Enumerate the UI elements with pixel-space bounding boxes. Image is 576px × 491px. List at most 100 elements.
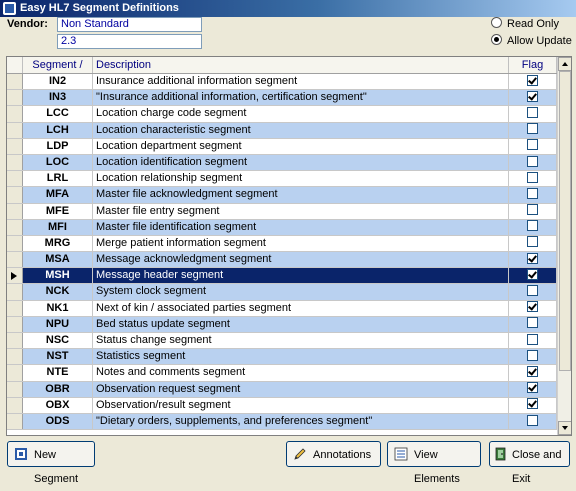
flag-cell[interactable] bbox=[509, 90, 557, 106]
flag-checkbox[interactable] bbox=[527, 301, 538, 313]
flag-checkbox[interactable] bbox=[527, 398, 538, 410]
segment-cell[interactable]: NSC bbox=[23, 333, 93, 349]
table-row[interactable]: MFA Master file acknowledgment segment bbox=[7, 187, 557, 204]
table-row[interactable]: IN3 "Insurance additional information, ce… bbox=[7, 90, 557, 107]
row-indicator[interactable] bbox=[7, 106, 23, 122]
description-cell[interactable]: "Dietary orders, supplements, and prefer… bbox=[93, 413, 509, 430]
table-row[interactable]: MSH Message header segment bbox=[7, 268, 557, 285]
segment-cell[interactable]: MSA bbox=[23, 252, 93, 268]
flag-checkbox[interactable] bbox=[527, 268, 538, 280]
segment-cell[interactable]: OBX bbox=[23, 397, 93, 413]
segment-cell[interactable]: OBR bbox=[23, 381, 93, 397]
segment-cell[interactable]: NCK bbox=[23, 284, 93, 300]
vertical-scrollbar[interactable] bbox=[557, 57, 571, 435]
description-cell[interactable]: Observation request segment bbox=[93, 381, 509, 397]
flag-cell[interactable] bbox=[509, 154, 557, 171]
flag-checkbox[interactable] bbox=[527, 285, 538, 297]
table-row[interactable]: LCH Location characteristic segment bbox=[7, 122, 557, 139]
table-row[interactable]: LCC Location charge code segment bbox=[7, 106, 557, 123]
row-indicator[interactable] bbox=[7, 316, 23, 332]
segment-cell[interactable]: NST bbox=[23, 349, 93, 365]
flag-cell[interactable] bbox=[509, 268, 557, 284]
row-indicator[interactable] bbox=[7, 171, 23, 187]
row-indicator[interactable] bbox=[7, 365, 23, 381]
table-row[interactable]: OBR Observation request segment bbox=[7, 381, 557, 398]
row-indicator[interactable] bbox=[7, 154, 23, 171]
flag-cell[interactable] bbox=[509, 74, 557, 90]
row-indicator[interactable] bbox=[7, 219, 23, 235]
flag-checkbox[interactable] bbox=[527, 220, 538, 232]
scroll-thumb[interactable] bbox=[559, 71, 571, 371]
table-row[interactable]: NTE Notes and comments segment bbox=[7, 365, 557, 382]
header-segment[interactable]: Segment / bbox=[23, 57, 93, 73]
segment-cell[interactable]: MFE bbox=[23, 203, 93, 219]
row-indicator[interactable] bbox=[7, 300, 23, 316]
flag-checkbox[interactable] bbox=[527, 382, 538, 394]
flag-cell[interactable] bbox=[509, 333, 557, 349]
table-row[interactable]: ODS "Dietary orders, supplements, and pre… bbox=[7, 413, 557, 431]
description-cell[interactable]: Message acknowledgment segment bbox=[93, 252, 509, 268]
segment-cell[interactable]: LCC bbox=[23, 106, 93, 122]
segment-cell[interactable]: MSH bbox=[23, 268, 93, 284]
flag-cell[interactable] bbox=[509, 171, 557, 187]
flag-cell[interactable] bbox=[509, 252, 557, 268]
flag-checkbox[interactable] bbox=[527, 123, 538, 135]
row-indicator[interactable] bbox=[7, 90, 23, 106]
segment-cell[interactable]: ODS bbox=[23, 413, 93, 430]
description-cell[interactable]: Next of kin / associated parties segment bbox=[93, 300, 509, 316]
description-cell[interactable]: Message header segment bbox=[93, 268, 509, 284]
flag-checkbox[interactable] bbox=[527, 236, 538, 248]
header-description[interactable]: Description bbox=[93, 57, 509, 73]
description-cell[interactable]: Insurance additional information segment bbox=[93, 74, 509, 90]
row-indicator[interactable] bbox=[7, 235, 23, 252]
flag-cell[interactable] bbox=[509, 413, 557, 430]
table-row[interactable]: NSC Status change segment bbox=[7, 333, 557, 350]
table-row[interactable]: IN2 Insurance additional information segm… bbox=[7, 74, 557, 91]
description-cell[interactable]: Bed status update segment bbox=[93, 316, 509, 332]
flag-cell[interactable] bbox=[509, 381, 557, 397]
flag-checkbox[interactable] bbox=[527, 252, 538, 264]
segment-cell[interactable]: IN3 bbox=[23, 90, 93, 106]
flag-cell[interactable] bbox=[509, 187, 557, 203]
flag-checkbox[interactable] bbox=[527, 333, 538, 345]
row-indicator[interactable] bbox=[7, 413, 23, 430]
row-indicator[interactable] bbox=[7, 187, 23, 203]
segment-cell[interactable]: LOC bbox=[23, 154, 93, 171]
flag-cell[interactable] bbox=[509, 365, 557, 381]
description-cell[interactable]: Location identification segment bbox=[93, 154, 509, 171]
flag-checkbox[interactable] bbox=[527, 414, 538, 426]
description-cell[interactable]: Status change segment bbox=[93, 333, 509, 349]
segment-cell[interactable]: MFA bbox=[23, 187, 93, 203]
flag-cell[interactable] bbox=[509, 138, 557, 154]
flag-checkbox[interactable] bbox=[527, 74, 538, 86]
description-cell[interactable]: Statistics segment bbox=[93, 349, 509, 365]
flag-checkbox[interactable] bbox=[527, 171, 538, 183]
flag-cell[interactable] bbox=[509, 219, 557, 235]
new-segment-button[interactable]: New Segment bbox=[7, 441, 95, 485]
flag-checkbox[interactable] bbox=[527, 317, 538, 329]
flag-cell[interactable] bbox=[509, 235, 557, 252]
annotations-button[interactable]: Annotations bbox=[286, 441, 381, 467]
segment-cell[interactable]: MFI bbox=[23, 219, 93, 235]
row-indicator[interactable] bbox=[7, 203, 23, 219]
flag-cell[interactable] bbox=[509, 203, 557, 219]
row-indicator[interactable] bbox=[7, 333, 23, 349]
table-row[interactable]: NK1 Next of kin / associated parties segm… bbox=[7, 300, 557, 317]
row-indicator[interactable] bbox=[7, 397, 23, 413]
table-row[interactable]: NCK System clock segment bbox=[7, 284, 557, 301]
row-indicator[interactable] bbox=[7, 349, 23, 365]
flag-cell[interactable] bbox=[509, 397, 557, 413]
scroll-up-button[interactable] bbox=[558, 57, 571, 71]
header-flag[interactable]: Flag bbox=[509, 57, 557, 73]
flag-checkbox[interactable] bbox=[527, 365, 538, 377]
description-cell[interactable]: Master file identification segment bbox=[93, 219, 509, 235]
segment-cell[interactable]: LCH bbox=[23, 122, 93, 138]
description-cell[interactable]: Location department segment bbox=[93, 138, 509, 154]
table-row[interactable]: MSA Message acknowledgment segment bbox=[7, 252, 557, 269]
close-and-exit-button[interactable]: Close and Exit bbox=[489, 441, 570, 485]
description-cell[interactable]: "Insurance additional information, certi… bbox=[93, 90, 509, 106]
flag-cell[interactable] bbox=[509, 284, 557, 300]
description-cell[interactable]: Merge patient information segment bbox=[93, 235, 509, 252]
table-row[interactable]: MFI Master file identification segment bbox=[7, 219, 557, 236]
allow-update-radio-dot[interactable] bbox=[491, 34, 502, 45]
